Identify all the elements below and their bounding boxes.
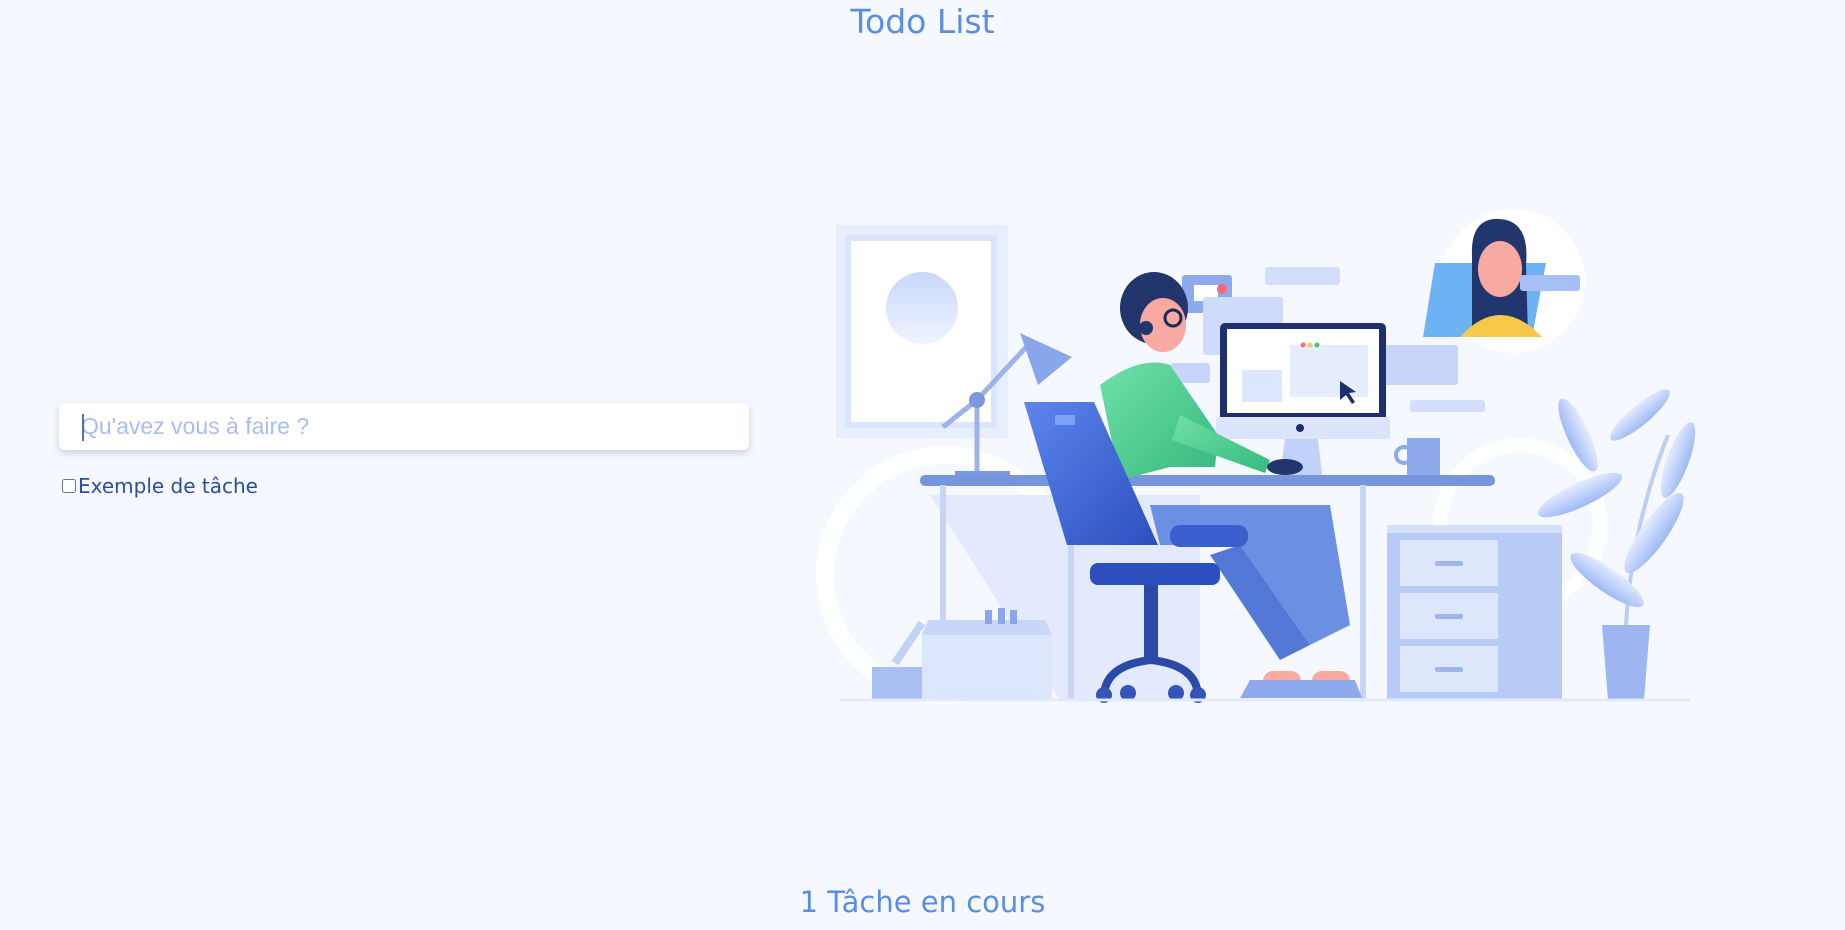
text-caret (82, 414, 84, 441)
pending-tasks-count: 1 Tâche en cours (799, 885, 1046, 919)
page-title: Todo List (850, 2, 995, 41)
new-task-input[interactable] (59, 403, 749, 450)
mug-icon (1394, 438, 1440, 475)
video-call-icon (1423, 209, 1585, 353)
task-checkbox[interactable] (62, 479, 76, 493)
task-label[interactable]: Exemple de tâche (78, 474, 258, 498)
cabinet-icon (1387, 525, 1562, 700)
task-item[interactable]: Exemple de tâche (62, 474, 258, 498)
boxes-icon (872, 608, 1052, 700)
workspace-illustration (816, 209, 1696, 704)
